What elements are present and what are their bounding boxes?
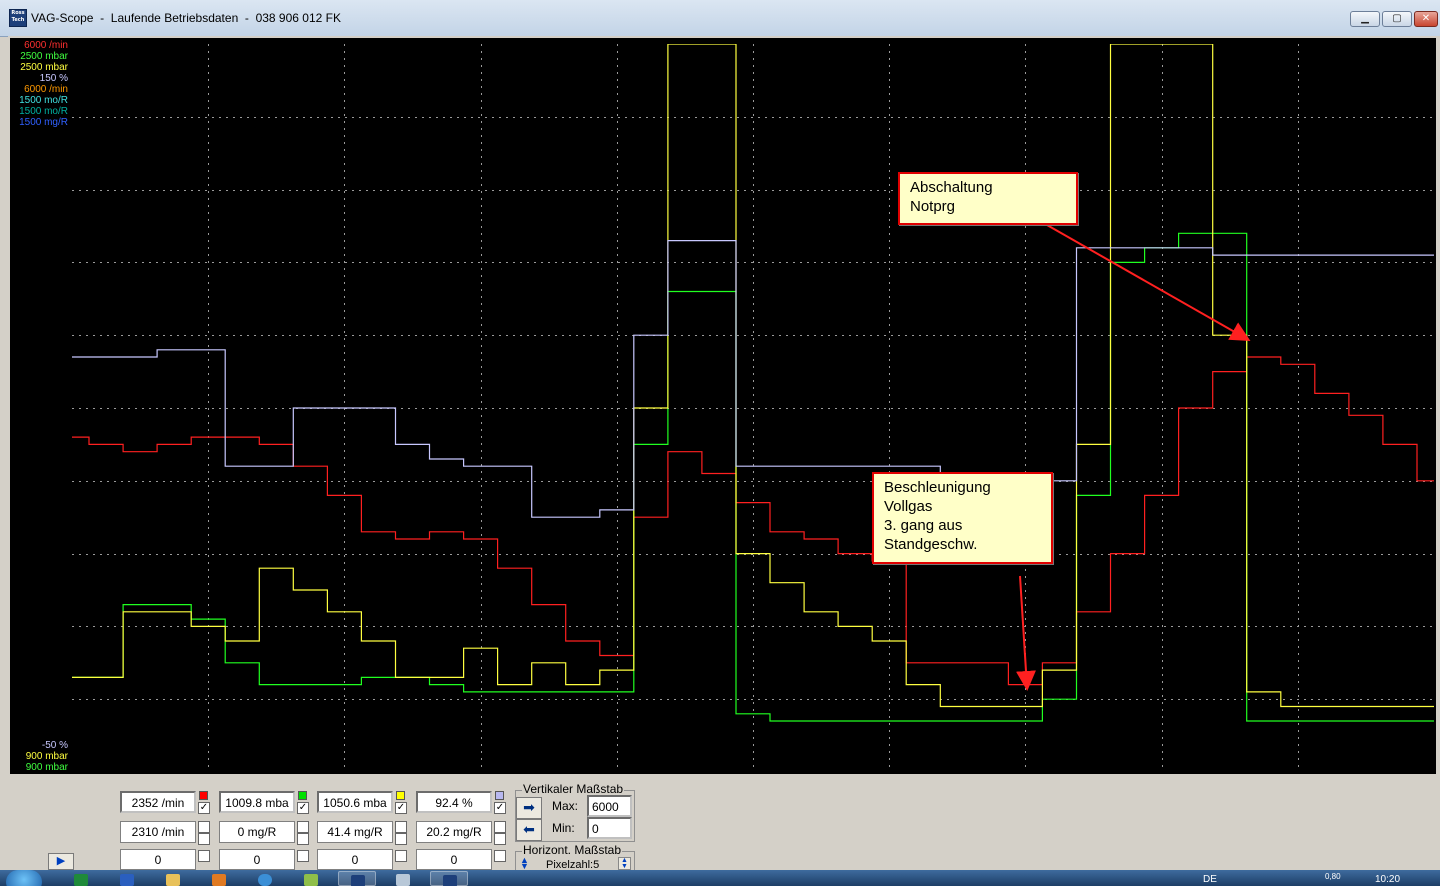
horizontal-scale-title: Horizont. Maßstab (522, 843, 623, 857)
vcds-icon-2 (443, 875, 457, 886)
channel-value-secondary: 41.4 mg/R (317, 821, 393, 843)
word-icon (120, 874, 134, 886)
channel-checkbox-secondary[interactable] (297, 821, 309, 833)
channel-color-swatch[interactable] (396, 791, 405, 800)
window-title: VAG-Scope - Laufende Betriebsdaten - 038… (31, 11, 341, 25)
axis-bottom-label: 900 mbar (25, 751, 68, 762)
channel-checkbox-tertiary[interactable] (494, 833, 506, 845)
pixel-spin-icon[interactable]: ▲ ▼ (520, 856, 530, 871)
taskbar-tool[interactable] (292, 871, 330, 886)
taskbar-vcds-2[interactable] (430, 871, 468, 886)
start-button[interactable] (6, 870, 42, 886)
axis-top-label: 6000 /min (24, 84, 68, 95)
channel-value-secondary: 20.2 mg/R (416, 821, 492, 843)
notes-icon (396, 874, 410, 886)
channel-checkbox-quaternary[interactable] (297, 850, 309, 862)
channel-value-tertiary: 0 (317, 849, 393, 870)
channel-checkbox[interactable]: ✓ (198, 802, 210, 814)
channel-value-tertiary: 0 (219, 849, 295, 870)
channel-checkbox-secondary[interactable] (395, 821, 407, 833)
channel-checkbox-secondary[interactable] (198, 821, 210, 833)
channel-value-secondary: 2310 /min (120, 821, 196, 843)
app-icon-label: Ross Tech (11, 10, 25, 23)
taskbar-word[interactable] (108, 871, 146, 886)
annotation-abschaltung: Abschaltung Notprg (898, 172, 1078, 225)
taskbar-browser[interactable] (246, 871, 284, 886)
axis-top-label: 150 % (39, 73, 68, 84)
channel-checkbox-quaternary[interactable] (494, 850, 506, 862)
tray-network: 0,80 (1325, 872, 1341, 881)
taskbar: DE 0,80 10:20 (0, 870, 1440, 886)
tool-icon (304, 874, 318, 886)
channel-checkbox[interactable]: ✓ (494, 802, 506, 814)
scale-up-button[interactable]: ➡ (516, 797, 542, 819)
channel-value: 1009.8 mba (219, 791, 295, 813)
channel-value: 2352 /min (120, 791, 196, 813)
play-button[interactable]: ▶ (48, 853, 74, 870)
axis-top-label: 2500 mbar (20, 51, 68, 62)
taskbar-explorer[interactable] (154, 871, 192, 886)
media-icon (212, 874, 226, 886)
axis-bottom-label: 900 mbar (25, 762, 68, 773)
browser-icon (258, 874, 272, 886)
vcds-icon (351, 875, 365, 886)
axis-top-label: 6000 /min (24, 40, 68, 51)
play-icon: ▶ (56, 855, 66, 867)
min-input[interactable]: 0 (587, 817, 632, 839)
scope-plot (72, 44, 1434, 772)
channel-value-tertiary: 0 (120, 849, 196, 870)
axis-top-label: 1500 mg/R (19, 117, 68, 128)
taskbar-vcds[interactable] (338, 871, 376, 886)
scale-down-button[interactable]: ⬅ (516, 819, 542, 841)
channel-checkbox[interactable]: ✓ (395, 802, 407, 814)
channel-checkbox-secondary[interactable] (494, 821, 506, 833)
tray-language[interactable]: DE (1203, 874, 1217, 885)
taskbar-notes[interactable] (384, 871, 422, 886)
arrow-right-icon: ➡ (523, 800, 535, 816)
channel-checkbox[interactable]: ✓ (297, 802, 309, 814)
taskbar-excel[interactable] (62, 871, 100, 886)
channel-color-swatch[interactable] (298, 791, 307, 800)
channel-value-secondary: 0 mg/R (219, 821, 295, 843)
axis-bottom-label: -50 % (41, 740, 68, 751)
vertical-scale-title: Vertikaler Maßstab (522, 782, 625, 796)
app-icon: Ross Tech (9, 9, 27, 27)
channel-color-swatch[interactable] (199, 791, 208, 800)
annotation-arrow-beschleunigung (1016, 575, 1036, 691)
channel-color-swatch[interactable] (495, 791, 504, 800)
folder-icon (166, 874, 180, 886)
maximize-button[interactable]: ▢ (1382, 11, 1412, 27)
close-icon: ✕ (1421, 13, 1431, 24)
channel-checkbox-quaternary[interactable] (395, 850, 407, 862)
close-button[interactable]: ✕ (1414, 11, 1438, 27)
annotation-beschleunigung: Beschleunigung Vollgas 3. gang aus Stand… (872, 472, 1053, 564)
title-bar: Ross Tech VAG-Scope - Laufende Betriebsd… (0, 0, 1440, 37)
min-label: Min: (552, 821, 575, 835)
channel-value: 92.4 % (416, 791, 492, 813)
channel-value: 1050.6 mba (317, 791, 393, 813)
pixel-spinner[interactable]: ▲ ▼ (618, 857, 631, 870)
axis-top-label: 1500 mo/R (19, 106, 68, 117)
minimize-button[interactable]: ▁ (1350, 11, 1380, 27)
channel-checkbox-quaternary[interactable] (198, 850, 210, 862)
channel-checkbox-tertiary[interactable] (297, 833, 309, 845)
max-input[interactable]: 6000 (587, 795, 632, 817)
channel-value-tertiary: 0 (416, 849, 492, 870)
minimize-icon: ▁ (1361, 13, 1369, 24)
excel-icon (74, 874, 88, 886)
axis-top-label: 1500 mo/R (19, 95, 68, 106)
max-label: Max: (552, 799, 579, 813)
channel-checkbox-tertiary[interactable] (198, 833, 210, 845)
arrow-left-icon: ⬅ (523, 822, 535, 838)
channel-checkbox-tertiary[interactable] (395, 833, 407, 845)
maximize-icon: ▢ (1392, 13, 1402, 24)
axis-top-label: 2500 mbar (20, 62, 68, 73)
taskbar-media[interactable] (200, 871, 238, 886)
tray-clock[interactable]: 10:20 (1375, 874, 1400, 885)
